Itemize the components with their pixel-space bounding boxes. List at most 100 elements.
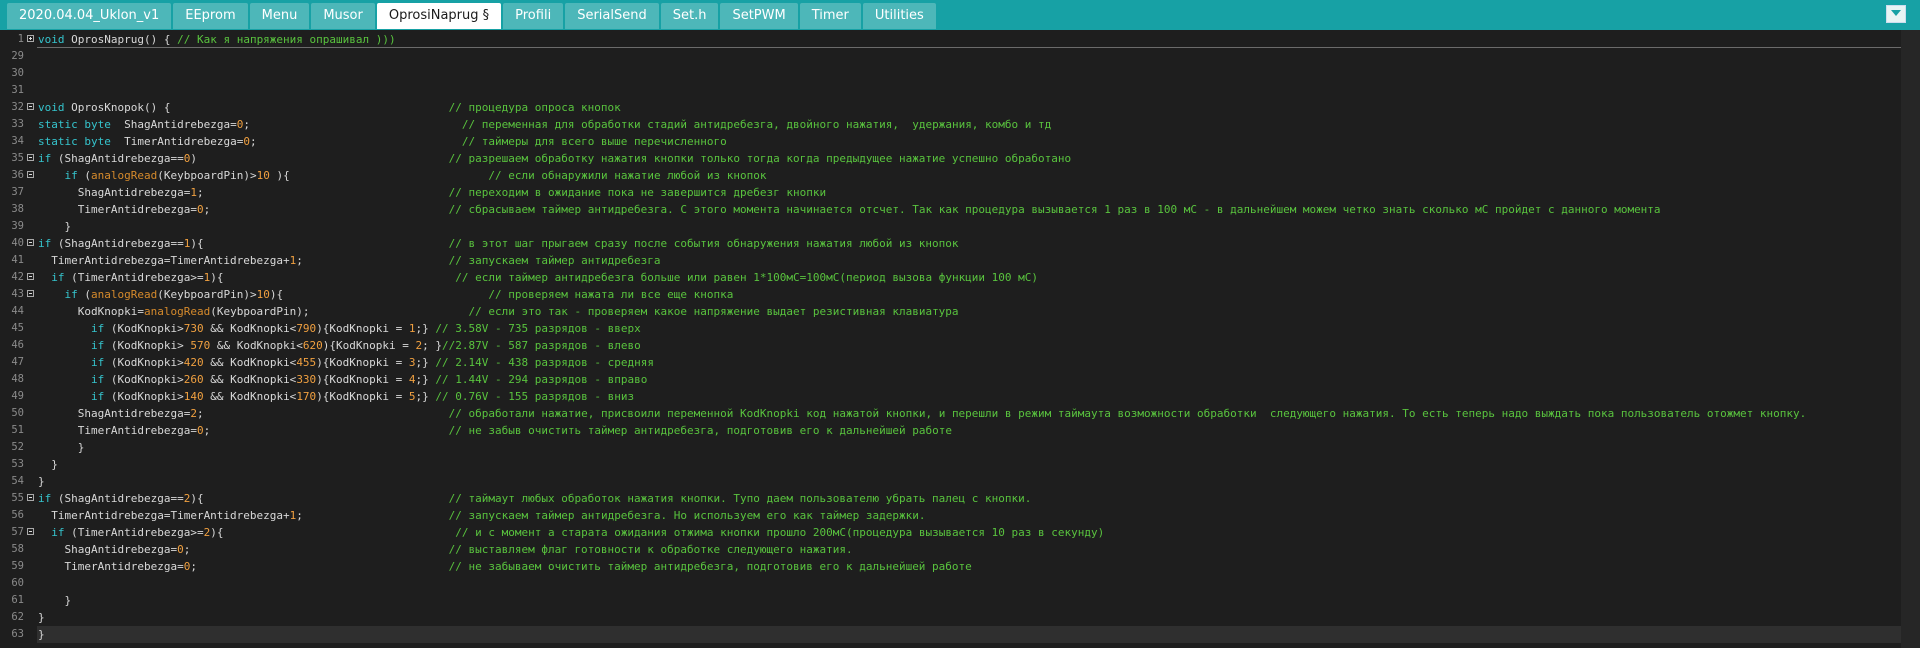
gutter-row: 55 [0,490,37,507]
fold-collapse-icon[interactable] [27,103,34,110]
code-line[interactable]: KodKnopki=analogRead(KeybpoardPin); // е… [37,303,1901,320]
code-line[interactable]: static byte ShagAntidrebezga=0; // перем… [37,116,1901,133]
code-line[interactable] [37,65,1901,82]
code-line[interactable]: } [37,592,1901,609]
code-line[interactable]: if (ShagAntidrebezga==1){ // в этот шаг … [37,235,1901,252]
code-line[interactable]: } [37,456,1901,473]
fold-collapse-icon[interactable] [27,494,34,501]
code-line[interactable]: if (TimerAntidrebezga>=2){ // и с момент… [37,524,1901,541]
code-text-area[interactable]: void OprosNaprug() { // Как я напряжения… [37,30,1901,648]
fold-expand-icon[interactable] [27,35,34,42]
tab-menu-button[interactable] [1886,5,1906,23]
code-text: && KodKnopki< [203,373,297,386]
vertical-scrollbar[interactable] [1901,30,1920,648]
tab-profili[interactable]: Profili [503,3,564,29]
code-line[interactable]: TimerAntidrebezga=0; // не забыв очистит… [37,422,1901,439]
code-line[interactable]: } [37,218,1901,235]
code-text: (KeybpoardPin)> [157,169,257,182]
code-number: 330 [296,373,317,386]
gutter-row: 37 [0,184,37,201]
code-text: TimerAntidrebezga= [110,135,244,148]
code-line[interactable]: if (KodKnopki> 570 && KodKnopki<620){Kod… [37,337,1901,354]
code-line[interactable] [37,575,1901,592]
code-keyword: if [64,169,78,182]
code-keyword: static byte [38,118,111,131]
code-text: ){KodKnopki = [316,322,409,335]
code-line[interactable]: void OprosNaprug() { // Как я напряжения… [37,31,1901,48]
code-line[interactable] [37,82,1901,99]
code-text: ){ [269,288,489,301]
code-line[interactable] [37,48,1901,65]
gutter-row: 29 [0,48,37,65]
code-line[interactable]: } [37,626,1901,643]
tab-set-h[interactable]: Set.h [660,3,719,29]
code-line[interactable]: TimerAntidrebezga=TimerAntidrebezga+1; /… [37,507,1901,524]
code-text: (ShagAntidrebezga== [51,492,184,505]
code-line[interactable]: if (ShagAntidrebezga==2){ // таймаут люб… [37,490,1901,507]
code-text: TimerAntidrebezga= [38,560,184,573]
code-comment: // не забываем очистить таймер антидребе… [448,560,972,573]
code-line[interactable]: ShagAntidrebezga=0; // выставляем флаг г… [37,541,1901,558]
tab-utilities[interactable]: Utilities [862,3,936,29]
code-text: ; [296,254,449,267]
line-number: 44 [11,305,24,317]
code-text: (KodKnopki> [104,322,184,335]
code-function: analogRead [91,288,158,301]
tab-menu[interactable]: Menu [249,3,310,29]
code-comment: // переходим в ожидание пока не завершит… [448,186,827,199]
fold-collapse-icon[interactable] [27,273,34,280]
line-number: 41 [11,254,24,266]
gutter-row: 45 [0,320,37,337]
fold-collapse-icon[interactable] [27,528,34,535]
tab-setpwm[interactable]: SetPWM [720,3,798,29]
code-text: (KodKnopki> [104,339,191,352]
code-line[interactable]: if (analogRead(KeybpoardPin)>10){ // про… [37,286,1901,303]
fold-collapse-icon[interactable] [27,154,34,161]
gutter-row: 48 [0,371,37,388]
tab-2020-04-04-uklon-v1[interactable]: 2020.04.04_Uklon_v1 [7,3,172,29]
code-line[interactable]: if (KodKnopki>140 && KodKnopki<170){KodK… [37,388,1901,405]
code-line[interactable]: if (KodKnopki>420 && KodKnopki<455){KodK… [37,354,1901,371]
code-comment: // запускаем таймер антидребезга [448,254,661,267]
line-number: 52 [11,441,24,453]
code-line[interactable]: if (ShagAntidrebezga==0) // разрешаем об… [37,150,1901,167]
fold-collapse-icon[interactable] [27,171,34,178]
code-line[interactable]: } [37,473,1901,490]
gutter-row: 34 [0,133,37,150]
line-number: 49 [11,390,24,402]
tab-oprosinaprug[interactable]: OprosiNaprug § [376,3,502,29]
code-line[interactable]: if (KodKnopki>730 && KodKnopki<790){KodK… [37,320,1901,337]
code-keyword: if [90,339,105,352]
code-line[interactable]: if (analogRead(KeybpoardPin)>10 ){ // ес… [37,167,1901,184]
code-text: ;} [415,356,436,369]
code-line[interactable]: if (TimerAntidrebezga>=1){ // если тайме… [37,269,1901,286]
gutter-row: 46 [0,337,37,354]
tab-timer[interactable]: Timer [799,3,861,29]
tab-serialsend[interactable]: SerialSend [565,3,659,29]
code-editor[interactable]: 1 29 30 31 32 33 34 35 36 37 38 39 40 41 42 43 44 45 46 47 4… [0,30,1920,648]
gutter-row: 40 [0,235,37,252]
gutter-row: 43 [0,286,37,303]
code-line[interactable]: TimerAntidrebezga=0; // не забываем очис… [37,558,1901,575]
tab-eeprom[interactable]: EEprom [173,3,248,29]
code-text: ){ [210,526,456,539]
code-line[interactable]: ShagAntidrebezga=2; // обработали нажати… [37,405,1901,422]
line-number: 51 [11,424,24,436]
fold-collapse-icon[interactable] [27,239,34,246]
code-line[interactable]: static byte TimerAntidrebezga=0; // тайм… [37,133,1901,150]
code-text: ;} [415,322,436,335]
line-number: 55 [11,492,24,504]
fold-collapse-icon[interactable] [27,290,34,297]
gutter-row: 53 [0,456,37,473]
tab-musor[interactable]: Musor [311,3,375,29]
code-text: (ShagAntidrebezga== [51,237,184,250]
code-line[interactable]: ShagAntidrebezga=1; // переходим в ожида… [37,184,1901,201]
code-line[interactable]: } [37,439,1901,456]
code-line[interactable]: void OprosKnopok() { // процедура опроса… [37,99,1901,116]
code-line[interactable]: } [37,609,1901,626]
code-line[interactable]: if (KodKnopki>260 && KodKnopki<330){KodK… [37,371,1901,388]
code-line[interactable]: TimerAntidrebezga=0; // сбрасываем тайме… [37,201,1901,218]
line-number: 29 [11,50,24,62]
code-line[interactable]: TimerAntidrebezga=TimerAntidrebezga+1; /… [37,252,1901,269]
